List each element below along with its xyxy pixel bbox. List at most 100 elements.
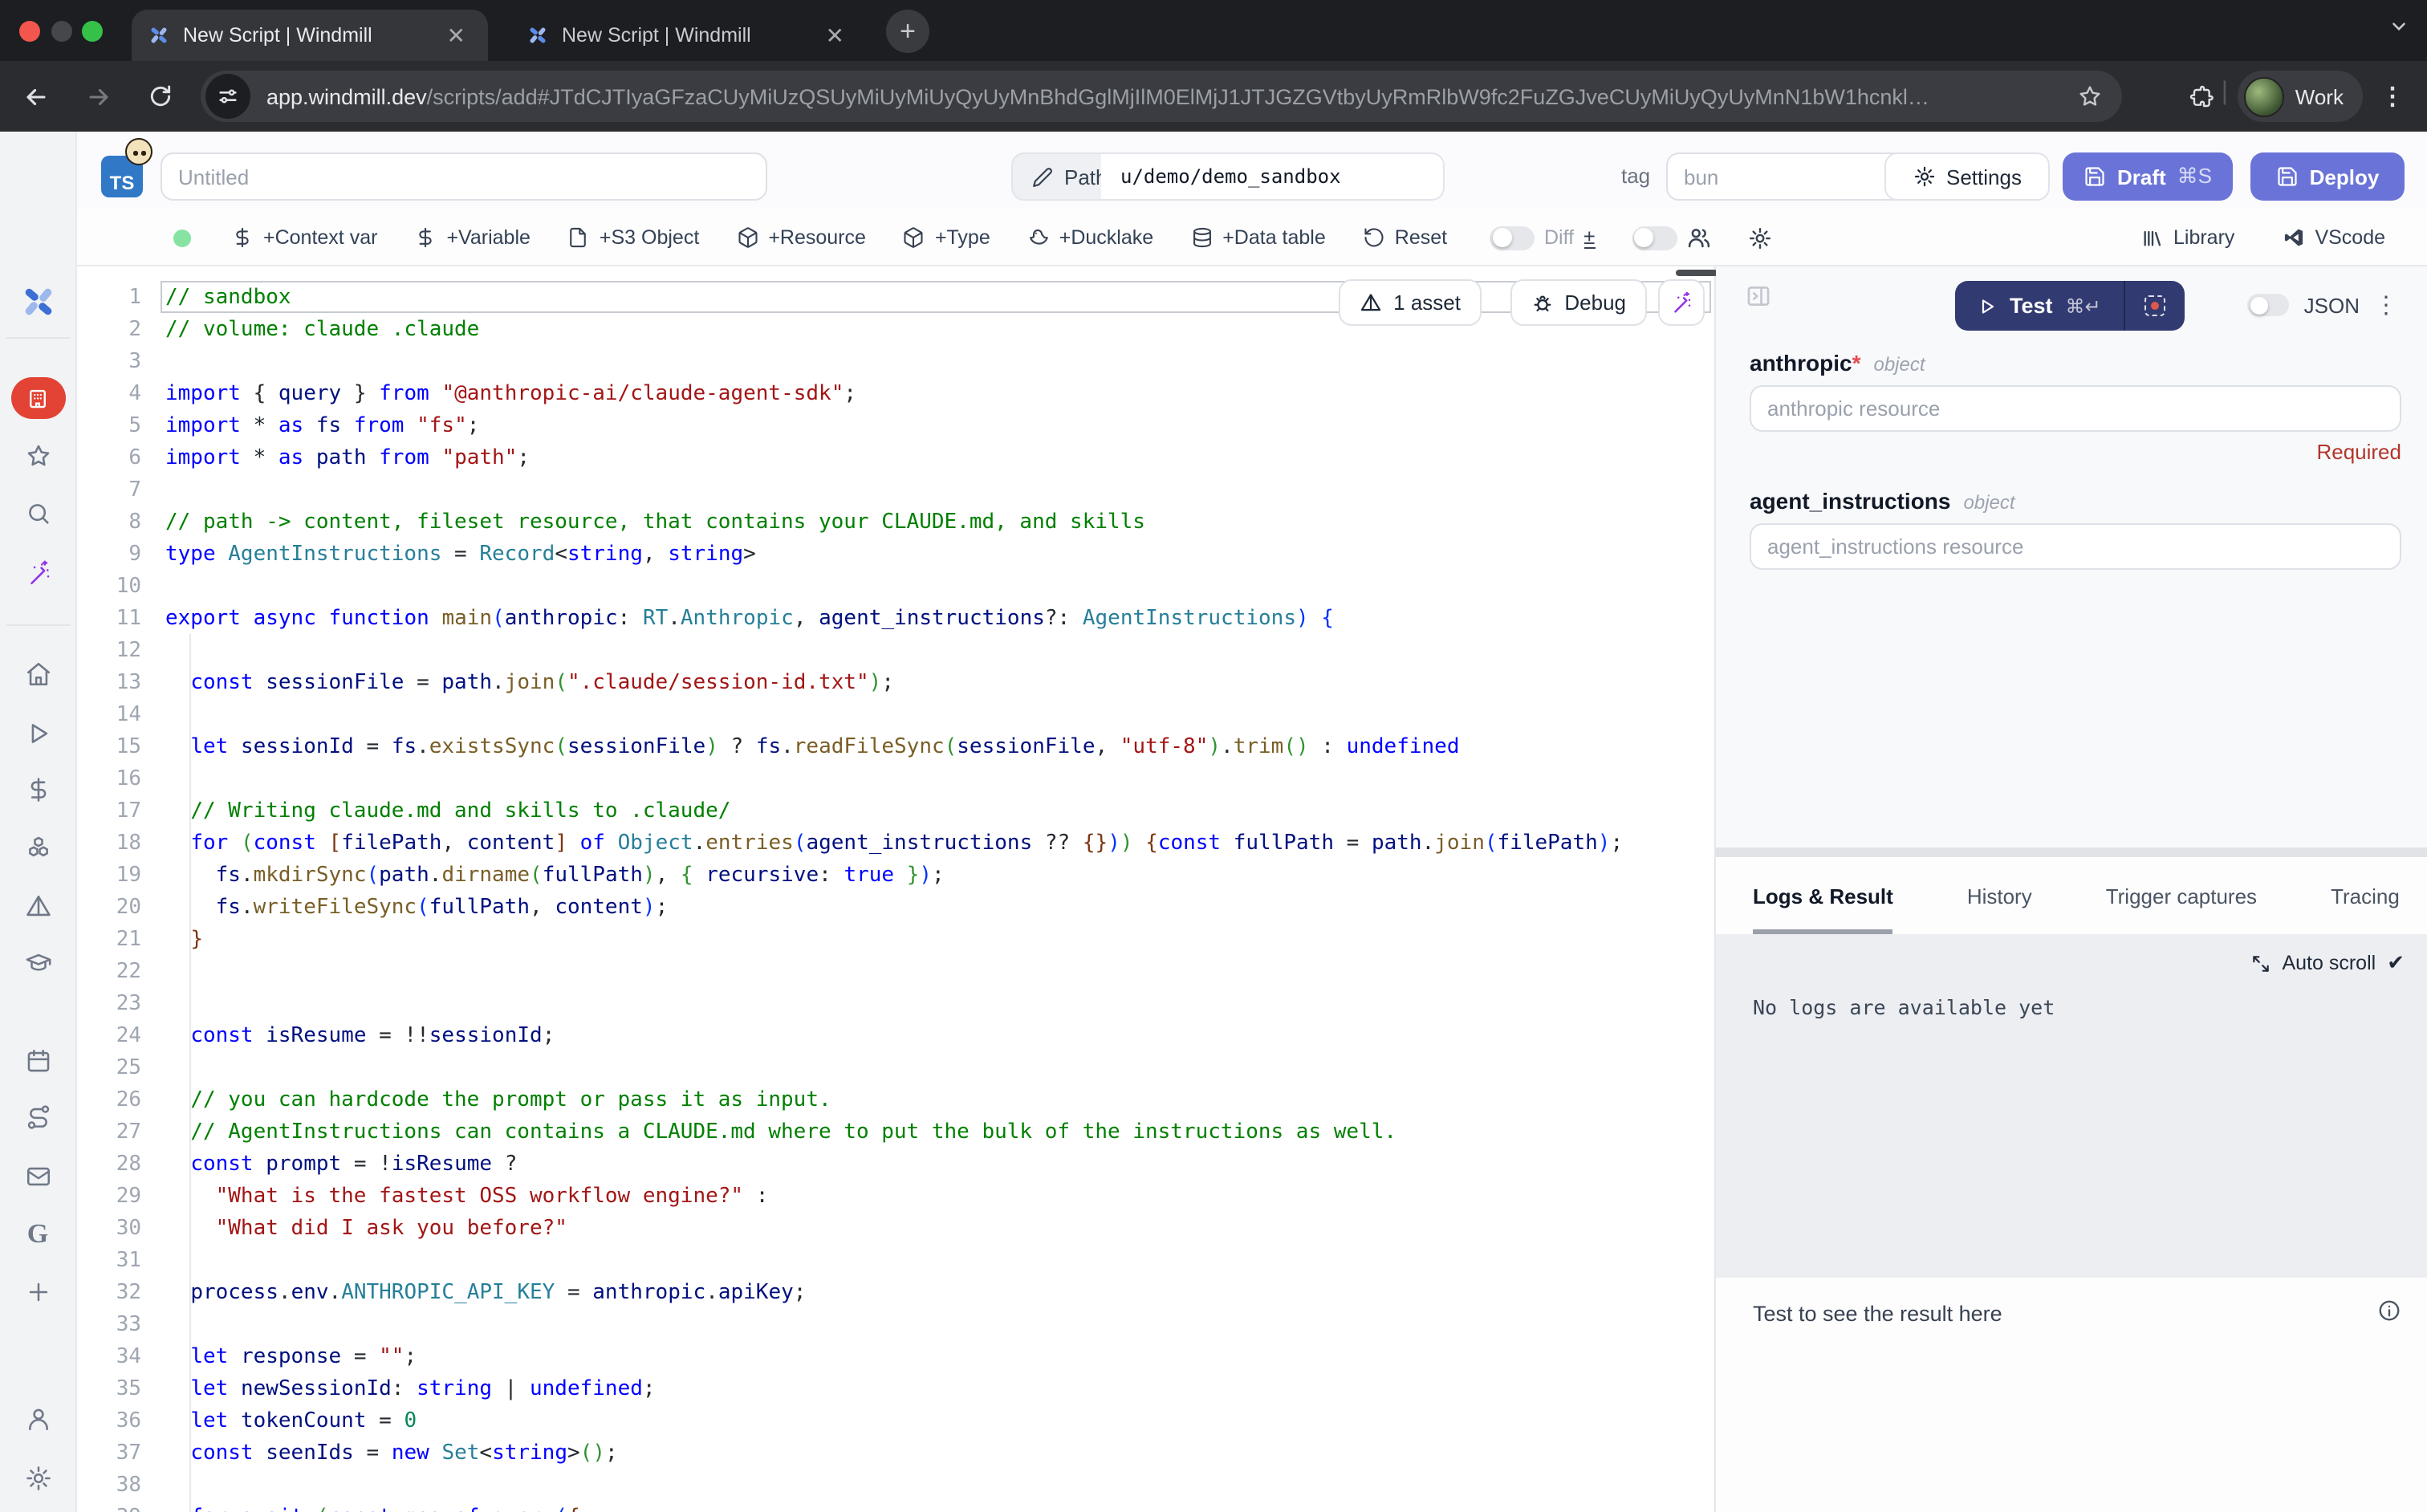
- code-line[interactable]: 14: [77, 700, 1714, 732]
- toolbar--ducklake-button[interactable]: +Ducklake: [1027, 226, 1153, 249]
- new-tab-button[interactable]: +: [886, 10, 929, 53]
- toolbar--variable-button[interactable]: +Variable: [414, 226, 530, 249]
- sidebar-item-play-icon[interactable]: [24, 720, 51, 747]
- windmill-logo[interactable]: [18, 282, 57, 321]
- code-line[interactable]: 35 let newSessionId: string | undefined;: [77, 1374, 1714, 1406]
- sidebar-item-workspace-building-icon[interactable]: [10, 377, 65, 419]
- code-editor[interactable]: 1// sandbox2// volume: claude .claude34i…: [77, 266, 1714, 1512]
- tab-close-icon[interactable]: ✕: [441, 22, 472, 48]
- sidebar-item-plus-icon[interactable]: [24, 1278, 51, 1306]
- sidebar-item-calendar-icon[interactable]: [24, 1047, 51, 1075]
- forward-icon[interactable]: [85, 83, 112, 110]
- code-line[interactable]: 8// path -> content, fileset resource, t…: [77, 507, 1714, 539]
- sidebar-item-home-icon[interactable]: [24, 660, 51, 688]
- code-line[interactable]: 22: [77, 957, 1714, 989]
- diff-toggle[interactable]: Diff ±: [1490, 226, 1595, 250]
- json-toggle[interactable]: [2248, 294, 2290, 316]
- code-line[interactable]: 3: [77, 347, 1714, 379]
- panel-section-splitter[interactable]: [1716, 847, 2427, 857]
- code-line[interactable]: 13 const sessionFile = path.join(".claud…: [77, 668, 1714, 700]
- script-name-input[interactable]: [161, 152, 767, 201]
- code-line[interactable]: 7: [77, 475, 1714, 507]
- library-button[interactable]: Library: [2141, 226, 2234, 249]
- sidebar-item-boxes-icon[interactable]: [24, 834, 51, 861]
- profile-chip[interactable]: Work: [2238, 71, 2363, 122]
- debug-button[interactable]: Debug: [1510, 279, 1647, 326]
- toolbar--type-button[interactable]: +Type: [903, 226, 990, 249]
- toolbar--data-table-button[interactable]: +Data table: [1190, 226, 1326, 249]
- info-icon[interactable]: [2377, 1299, 2401, 1323]
- sidebar-item-graduation-cap-icon[interactable]: [24, 949, 51, 977]
- deploy-button[interactable]: Deploy: [2250, 152, 2405, 201]
- code-line[interactable]: 4import { query } from "@anthropic-ai/cl…: [77, 379, 1714, 411]
- vscode-button[interactable]: VScode: [2283, 226, 2385, 249]
- browser-tab[interactable]: New Script | Windmill✕: [510, 10, 867, 61]
- autoscroll-control[interactable]: Auto scroll ✔: [2250, 950, 2405, 976]
- code-line[interactable]: 6import * as path from "path";: [77, 443, 1714, 475]
- diff-switch[interactable]: [1490, 226, 1535, 250]
- window-close-button[interactable]: [19, 21, 40, 42]
- bookmark-star-icon[interactable]: [2077, 83, 2103, 109]
- sidebar-item-settings-icon[interactable]: [24, 1465, 51, 1492]
- code-line[interactable]: 16: [77, 764, 1714, 796]
- test-button[interactable]: Test ⌘↵: [1955, 281, 2185, 331]
- splitter-handle[interactable]: [1676, 270, 1718, 276]
- assets-button[interactable]: 1 asset: [1339, 279, 1482, 326]
- panel-menu-kebab-icon[interactable]: ⋮: [2374, 291, 2398, 319]
- panel-tab-history[interactable]: History: [1967, 857, 2032, 934]
- reload-icon[interactable]: [148, 83, 173, 109]
- ai-wand-button[interactable]: [1658, 279, 1705, 326]
- sidebar-item-user-icon[interactable]: [24, 1405, 51, 1433]
- sidebar-item-search-icon[interactable]: [24, 500, 51, 527]
- code-line[interactable]: 19 fs.mkdirSync(path.dirname(fullPath), …: [77, 860, 1714, 892]
- sidebar-item-magic-wand-icon[interactable]: [24, 559, 51, 587]
- code-line[interactable]: 18 for (const [filePath, content] of Obj…: [77, 828, 1714, 860]
- code-line[interactable]: 32 process.env.ANTHROPIC_API_KEY = anthr…: [77, 1278, 1714, 1310]
- window-minimize-button[interactable]: [51, 21, 72, 42]
- code-line[interactable]: 23: [77, 989, 1714, 1021]
- tag-input[interactable]: [1666, 152, 1910, 201]
- code-line[interactable]: 37 const seenIds = new Set<string>();: [77, 1438, 1714, 1470]
- code-line[interactable]: 15 let sessionId = fs.existsSync(session…: [77, 732, 1714, 764]
- code-line[interactable]: 5import * as fs from "fs";: [77, 411, 1714, 443]
- extension-puzzle-icon[interactable]: [2188, 83, 2214, 109]
- collapse-panel-icon[interactable]: [1745, 282, 1772, 310]
- browser-menu-kebab-icon[interactable]: ⋮: [2380, 82, 2405, 111]
- code-line[interactable]: 24 const isResume = !!sessionId;: [77, 1021, 1714, 1053]
- code-line[interactable]: 28 const prompt = !isResume ?: [77, 1149, 1714, 1181]
- editor-settings-gear-icon[interactable]: [1747, 226, 1771, 250]
- code-line[interactable]: 39 for await (const msg of query({: [77, 1502, 1714, 1512]
- window-zoom-button[interactable]: [82, 21, 103, 42]
- sidebar-item-mail-icon[interactable]: [24, 1163, 51, 1190]
- code-line[interactable]: 36 let tokenCount = 0: [77, 1406, 1714, 1438]
- code-line[interactable]: 20 fs.writeFileSync(fullPath, content);: [77, 892, 1714, 925]
- code-line[interactable]: 27 // AgentInstructions can contains a C…: [77, 1117, 1714, 1149]
- code-line[interactable]: 25: [77, 1053, 1714, 1085]
- multiplayer-toggle[interactable]: [1632, 226, 1710, 250]
- sidebar-item-dollar-icon[interactable]: [24, 776, 51, 803]
- code-line[interactable]: 34 let response = "";: [77, 1342, 1714, 1374]
- sidebar-item-star-icon[interactable]: [24, 442, 51, 469]
- panel-tab-tracing[interactable]: Tracing: [2331, 857, 2400, 934]
- draft-button[interactable]: Draft⌘S: [2063, 152, 2233, 201]
- sidebar-item-route-icon[interactable]: [24, 1104, 51, 1131]
- toolbar--resource-button[interactable]: +Resource: [736, 226, 866, 249]
- back-icon[interactable]: [22, 83, 50, 110]
- sidebar-item-pyramid-icon[interactable]: [24, 893, 51, 921]
- code-line[interactable]: 21 }: [77, 925, 1714, 957]
- multiplayer-switch[interactable]: [1632, 226, 1677, 250]
- test-capture-button[interactable]: [2125, 281, 2185, 331]
- code-line[interactable]: 31: [77, 1246, 1714, 1278]
- code-line[interactable]: 29 "What is the fastest OSS workflow eng…: [77, 1181, 1714, 1213]
- tab-close-icon[interactable]: ✕: [819, 22, 851, 48]
- panel-tab-logs-result[interactable]: Logs & Result: [1753, 857, 1893, 934]
- code-line[interactable]: 30 "What did I ask you before?": [77, 1213, 1714, 1246]
- path-value[interactable]: u/demo/demo_sandbox: [1101, 152, 1445, 201]
- url-bar[interactable]: app.windmill.dev/scripts/add#JTdCJTIyaGF…: [201, 71, 2122, 122]
- toolbar-reset-button[interactable]: Reset: [1363, 226, 1447, 249]
- browser-tab[interactable]: New Script | Windmill✕: [132, 10, 488, 61]
- agent_instructions-input[interactable]: [1750, 523, 2401, 570]
- code-line[interactable]: 11export async function main(anthropic: …: [77, 604, 1714, 636]
- site-settings-icon[interactable]: [205, 74, 250, 119]
- toolbar--s3-object-button[interactable]: +S3 Object: [567, 226, 699, 249]
